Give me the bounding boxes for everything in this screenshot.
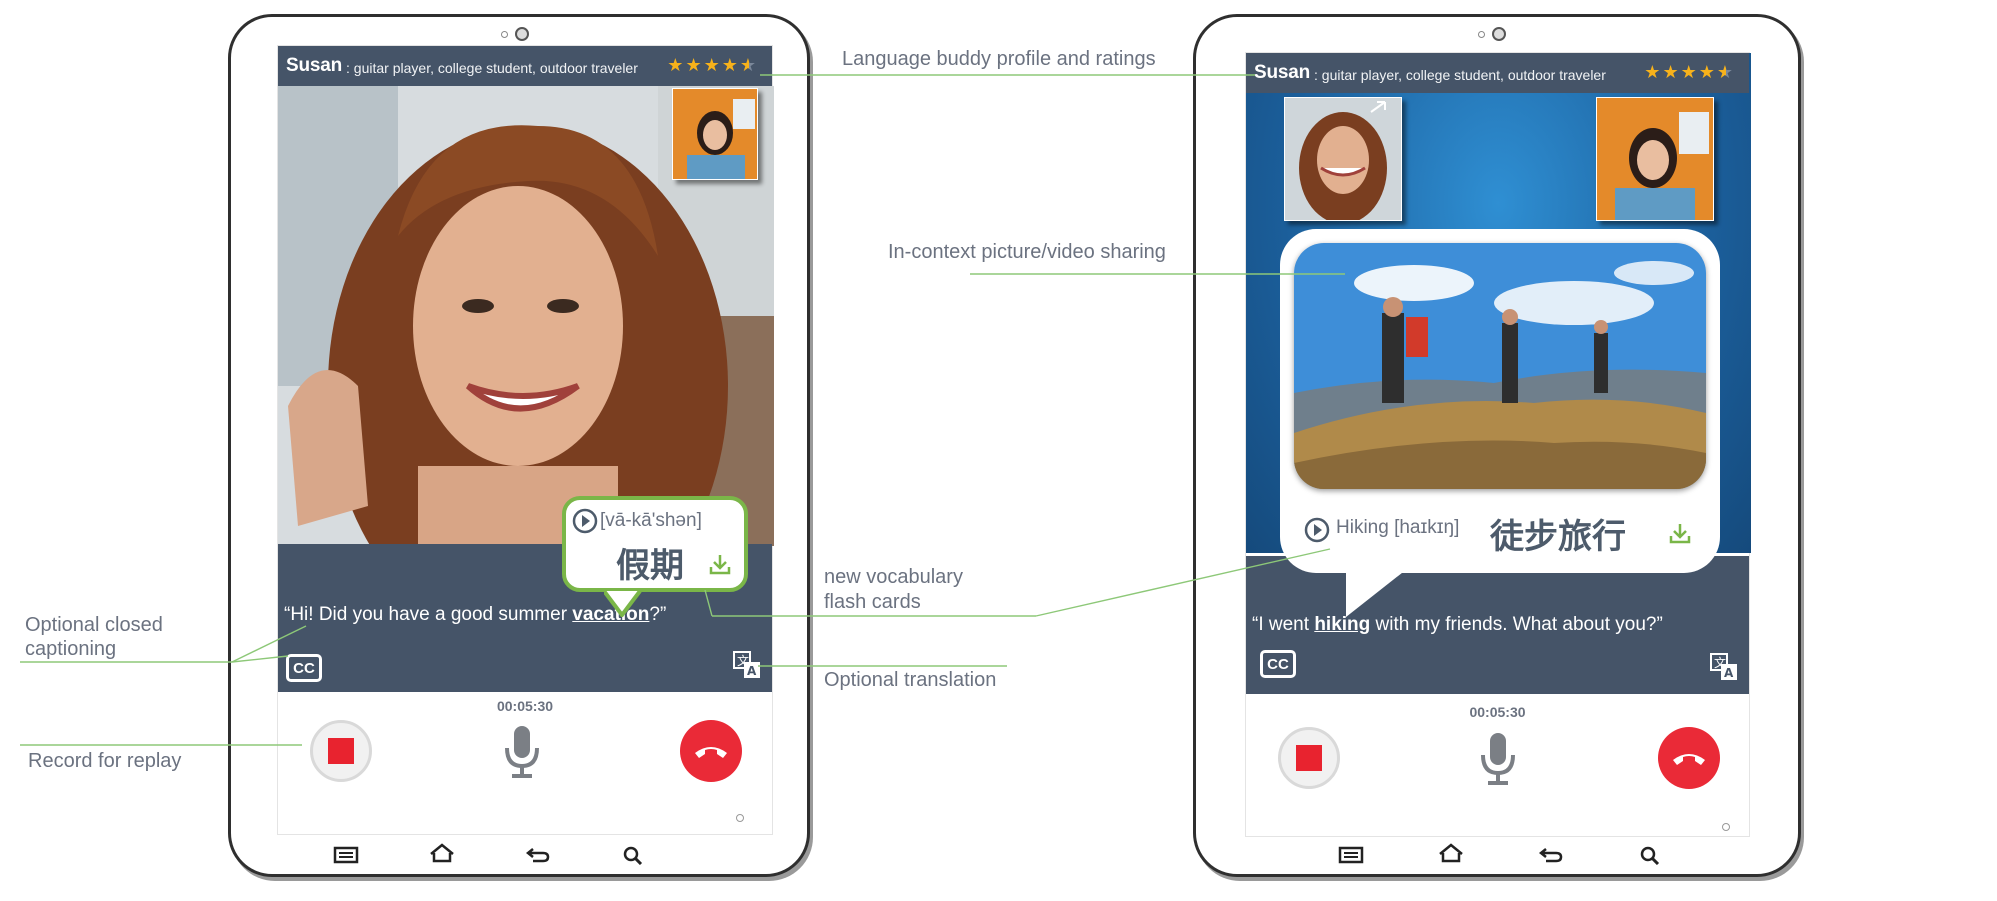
vocab-word: Hiking [haɪkɪŋ] [1336, 517, 1460, 538]
caption-panel: “I went hiking with my friends. What abo… [1246, 556, 1749, 694]
microphone-icon[interactable] [1478, 731, 1518, 787]
annotation-vocab-line2: flash cards [824, 591, 921, 613]
download-icon[interactable] [1668, 521, 1692, 545]
buddy-name: Susan [1254, 62, 1311, 83]
self-view-pip[interactable] [672, 88, 758, 180]
caption-before: “Hi! Did you have a good summer [284, 604, 573, 625]
microphone-icon[interactable] [502, 724, 542, 780]
annotation-translation: Optional translation [824, 669, 997, 691]
caption-before: “I went [1252, 614, 1315, 635]
right-tablet: Susan : guitar player, college student, … [1193, 14, 1801, 877]
stop-record-icon [1296, 745, 1322, 771]
svg-text:A: A [747, 664, 757, 678]
right-screen: Susan : guitar player, college student, … [1245, 52, 1751, 837]
cc-label: CC [293, 659, 315, 677]
camera-icon [515, 27, 529, 41]
hang-up-icon [1673, 754, 1705, 765]
cc-icon[interactable]: CC [1260, 650, 1296, 678]
hikers-image [1294, 243, 1706, 489]
record-button[interactable] [1278, 727, 1340, 789]
cc-icon[interactable]: CC [286, 654, 322, 682]
star-icon: ★ [667, 55, 684, 75]
sensor-dot [1722, 823, 1730, 831]
star-icon: ★ [1680, 62, 1697, 82]
call-timer: 00:05:30 [496, 698, 554, 714]
annotation-record: Record for replay [28, 750, 182, 772]
sensor-dot [1478, 31, 1485, 38]
self-view-image [1597, 98, 1713, 220]
star-icon: ★ [685, 55, 702, 75]
left-screen: Susan : guitar player, college student, … [277, 45, 774, 835]
vocab-flash-card[interactable]: [vā-kā'shən] 假期 [562, 496, 748, 592]
profile-bar[interactable]: Susan : guitar player, college student, … [1246, 53, 1749, 93]
star-icon: ★ [703, 55, 720, 75]
star-icon: ★ [1698, 62, 1715, 82]
picture-sharing-bubble[interactable]: Hiking [haɪkɪŋ] 徒步旅行 [1280, 229, 1720, 573]
camera-icon [1492, 27, 1506, 41]
remote-video-image [1285, 98, 1401, 220]
remote-video-pip[interactable] [1284, 97, 1402, 221]
system-navbar [1196, 835, 1798, 885]
menu-icon[interactable] [333, 845, 359, 865]
annotation-picture-sharing: In-context picture/video sharing [888, 241, 1166, 263]
bubble-tail [1346, 565, 1412, 617]
caption-after: ?” [649, 604, 667, 625]
stage: Susan : guitar player, college student, … [0, 0, 1997, 901]
star-icon: ★ [1644, 62, 1661, 82]
annotation-profile-ratings: Language buddy profile and ratings [842, 48, 1156, 70]
vocab-characters: 徒步旅行 [1490, 517, 1626, 557]
download-icon[interactable] [708, 552, 732, 576]
call-timer: 00:05:30 [1469, 704, 1526, 720]
record-button[interactable] [310, 720, 372, 782]
rating-stars[interactable]: ★ ★ ★ ★ ★ [667, 55, 756, 75]
translate-icon[interactable]: 文 A [1709, 652, 1739, 682]
home-icon[interactable] [429, 843, 455, 863]
hang-up-button[interactable] [1658, 727, 1720, 789]
self-view-pip[interactable] [1596, 97, 1714, 221]
back-icon[interactable] [1538, 845, 1564, 865]
rating-stars[interactable]: ★ ★ ★ ★ ★ [1644, 62, 1733, 82]
left-tablet: Susan : guitar player, college student, … [228, 14, 810, 877]
shared-picture[interactable] [1294, 243, 1706, 489]
star-icon: ★ [721, 55, 738, 75]
stop-record-icon [328, 738, 354, 764]
cc-label: CC [1267, 655, 1289, 673]
play-icon[interactable] [572, 508, 598, 534]
svg-text:A: A [1724, 666, 1734, 680]
system-navbar [231, 835, 807, 885]
half-star-icon: ★ [739, 55, 756, 75]
half-star-icon: ★ [1716, 62, 1733, 82]
profile-bar[interactable]: Susan : guitar player, college student, … [278, 46, 772, 86]
hang-up-button[interactable] [680, 720, 742, 782]
call-controls [1246, 721, 1749, 801]
hang-up-icon [695, 747, 727, 758]
call-controls [278, 714, 772, 794]
bubble-tail [604, 591, 642, 617]
star-icon: ★ [1662, 62, 1679, 82]
annotation-cc-line2: captioning [25, 638, 117, 660]
vocab-pronunciation: [vā-kā'shən] [600, 510, 702, 531]
buddy-description: : guitar player, college student, outdoo… [346, 59, 638, 76]
vocab-characters: 假期 [616, 546, 684, 586]
translate-icon[interactable]: 文 A [732, 650, 762, 680]
buddy-description: : guitar player, college student, outdoo… [1314, 66, 1606, 83]
back-icon[interactable] [525, 845, 551, 865]
annotation-vocab-line1: new vocabulary [824, 566, 963, 588]
annotation-cc-line1: Optional closed [25, 614, 163, 636]
caption-text: “I went hiking with my friends. What abo… [1252, 614, 1663, 636]
menu-icon[interactable] [1338, 845, 1364, 865]
search-icon[interactable] [1638, 845, 1664, 865]
sensor-dot [501, 31, 508, 38]
self-view-image [673, 89, 757, 179]
search-icon[interactable] [621, 845, 647, 865]
sensor-dot [736, 814, 744, 822]
play-icon[interactable] [1304, 517, 1330, 543]
buddy-name: Susan [286, 55, 343, 76]
home-icon[interactable] [1438, 843, 1464, 863]
